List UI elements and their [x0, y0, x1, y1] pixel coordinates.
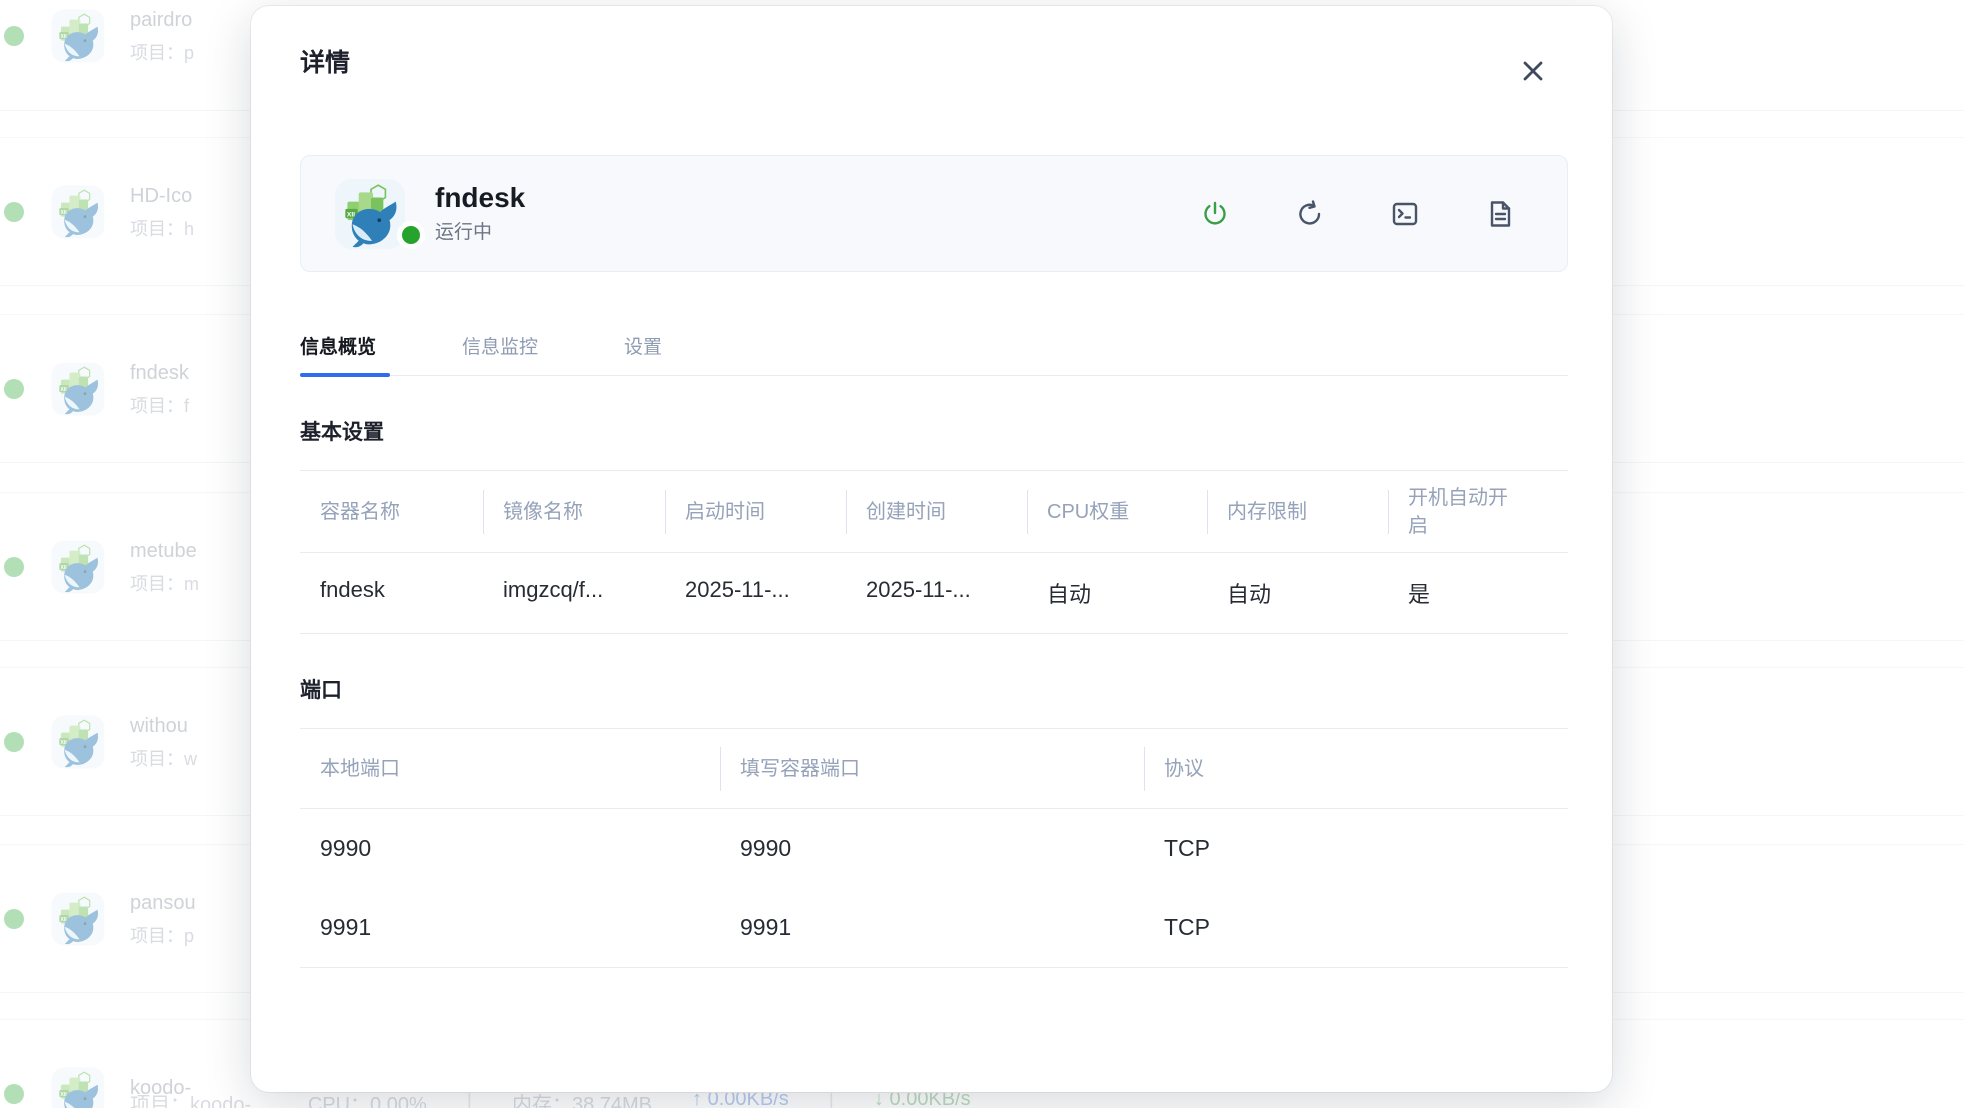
tab-label: 信息概览 — [300, 337, 376, 358]
container-app-icon — [50, 184, 106, 240]
tab-bar: 信息概览 信息监控 设置 — [300, 332, 1568, 376]
log-file-icon — [1485, 199, 1515, 229]
details-modal: 详情 fndesk 运行中 — [251, 6, 1612, 1092]
tab-settings[interactable]: 设置 — [624, 332, 676, 375]
container-name: pansou — [130, 892, 196, 914]
col-create-time: 创建时间 — [846, 498, 1027, 526]
cell-container-name: fndesk — [300, 553, 483, 633]
cell-autostart: 是 — [1388, 553, 1568, 633]
container-project: 项目：h — [130, 219, 194, 239]
running-status-dot — [4, 202, 24, 222]
log-button[interactable] — [1485, 199, 1515, 229]
cell-start-time: 2025-11-... — [665, 553, 846, 633]
cell-image-name: imgzcq/f... — [483, 553, 665, 633]
container-name: withou — [130, 715, 197, 737]
col-image-name: 镜像名称 — [483, 498, 665, 526]
close-button[interactable] — [1518, 56, 1548, 86]
running-status-dot — [4, 26, 24, 46]
modal-title: 详情 — [300, 46, 1568, 80]
container-name: HD-Ico — [130, 185, 194, 207]
cell-mem-limit: 自动 — [1207, 553, 1388, 633]
cell-protocol: TCP — [1144, 809, 1568, 888]
col-container-port: 填写容器端口 — [720, 755, 1144, 783]
col-protocol: 协议 — [1144, 755, 1568, 783]
terminal-button[interactable] — [1390, 199, 1420, 229]
port-rows: 9990 9990 TCP 9991 9991 TCP — [300, 809, 1568, 968]
card-actions — [1200, 199, 1515, 229]
col-mem-limit: 内存限制 — [1207, 498, 1388, 526]
power-icon — [1200, 199, 1230, 229]
tab-label: 信息监控 — [462, 337, 538, 358]
running-status-dot — [4, 1084, 24, 1104]
container-project: 项目：p — [130, 926, 196, 946]
container-status: 运行中 — [435, 221, 525, 245]
container-project: 项目：w — [130, 749, 197, 769]
table-header-row: 容器名称 镜像名称 启动时间 创建时间 CPU权重 内存限制 开机自动开启 — [300, 471, 1568, 553]
section-title-ports: 端口 — [300, 676, 1568, 706]
container-app-icon — [50, 891, 106, 947]
table-row: fndesk imgzcq/f... 2025-11-... 2025-11-.… — [300, 553, 1568, 634]
running-status-dot — [4, 379, 24, 399]
col-cpu-weight: CPU权重 — [1027, 498, 1207, 526]
cell-protocol: TCP — [1144, 888, 1568, 967]
cell-container-port: 9991 — [720, 888, 1144, 967]
col-start-time: 启动时间 — [665, 498, 846, 526]
col-autostart: 开机自动开启 — [1388, 484, 1568, 540]
close-icon — [1518, 56, 1548, 86]
running-status-dot — [4, 909, 24, 929]
cell-local-port: 9990 — [300, 809, 720, 888]
restart-icon — [1295, 199, 1325, 229]
active-tab-underline — [300, 373, 390, 377]
container-app-icon — [50, 539, 106, 595]
container-name: fndesk — [130, 362, 189, 384]
container-app-icon — [50, 361, 106, 417]
container-project: 项目：m — [130, 574, 199, 594]
container-name: metube — [130, 540, 199, 562]
running-status-dot — [4, 732, 24, 752]
cell-container-port: 9990 — [720, 809, 1144, 888]
tab-label: 设置 — [624, 337, 662, 358]
power-button[interactable] — [1200, 199, 1230, 229]
container-app-icon — [333, 177, 407, 251]
tab-info-monitor[interactable]: 信息监控 — [462, 332, 552, 375]
cell-create-time: 2025-11-... — [846, 553, 1027, 633]
container-app-icon — [50, 714, 106, 770]
app-icon-wrap — [333, 177, 407, 251]
restart-button[interactable] — [1295, 199, 1325, 229]
container-name: pairdro — [130, 9, 194, 31]
container-app-icon — [50, 1066, 106, 1108]
col-container-name: 容器名称 — [300, 498, 483, 526]
table-row: 9990 9990 TCP — [300, 809, 1568, 888]
container-name: fndesk — [435, 182, 525, 214]
cell-cpu-weight: 自动 — [1027, 553, 1207, 633]
cell-local-port: 9991 — [300, 888, 720, 967]
project-label: 项目：koodo-... — [130, 1088, 268, 1108]
col-local-port: 本地端口 — [300, 755, 720, 783]
running-status-dot — [4, 557, 24, 577]
ports-table: 本地端口 填写容器端口 协议 9990 9990 TCP 9991 9991 T… — [300, 728, 1568, 968]
container-project: 项目：f — [130, 396, 189, 416]
table-row: 9991 9991 TCP — [300, 888, 1568, 967]
app-summary-card: fndesk 运行中 — [300, 155, 1568, 272]
basic-settings-table: 容器名称 镜像名称 启动时间 创建时间 CPU权重 内存限制 开机自动开启 fn… — [300, 470, 1568, 634]
tab-info-overview[interactable]: 信息概览 — [300, 332, 390, 375]
table-header-row: 本地端口 填写容器端口 协议 — [300, 729, 1568, 809]
section-title-basic: 基本设置 — [300, 418, 1568, 448]
running-status-badge — [397, 221, 425, 249]
container-app-icon — [50, 8, 106, 64]
container-project: 项目：p — [130, 43, 194, 63]
terminal-icon — [1390, 199, 1420, 229]
